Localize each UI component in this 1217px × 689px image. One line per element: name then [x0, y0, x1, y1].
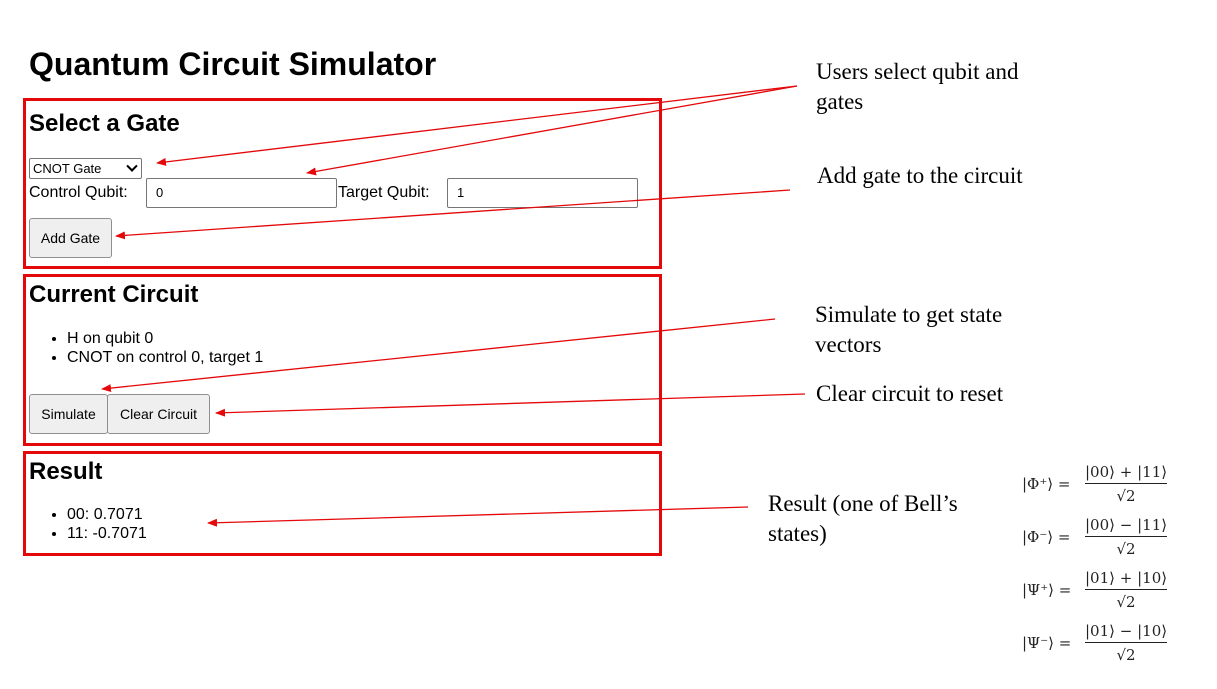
bell-state-psi-minus: |Ψ⁻⟩ = |01⟩ − |10⟩ √2	[1022, 622, 1168, 664]
arrow-to-add-gate	[115, 189, 791, 240]
annotation-simulate: Simulate to get state vectors	[815, 302, 1003, 357]
bell-state-phi-plus: |Φ⁺⟩ = |00⟩ + |11⟩ √2	[1022, 463, 1168, 505]
annotation-result: Result (one of Bell’s states)	[768, 491, 958, 546]
bell-state-phi-minus: |Φ⁻⟩ = |00⟩ − |11⟩ √2	[1022, 516, 1168, 558]
arrow-to-clear	[215, 393, 806, 417]
arrow-to-gate-select	[156, 85, 798, 166]
bell-state-psi-plus: |Ψ⁺⟩ = |01⟩ + |10⟩ √2	[1022, 569, 1168, 611]
annotation-add: Add gate to the circuit	[817, 163, 1023, 188]
annotation-select: Users select qubit and gates	[816, 59, 1019, 114]
arrow-to-result	[207, 506, 749, 527]
annotation-clear: Clear circuit to reset	[816, 381, 1004, 406]
arrow-to-qubit-inputs	[306, 85, 798, 176]
arrow-to-simulate	[101, 318, 776, 393]
